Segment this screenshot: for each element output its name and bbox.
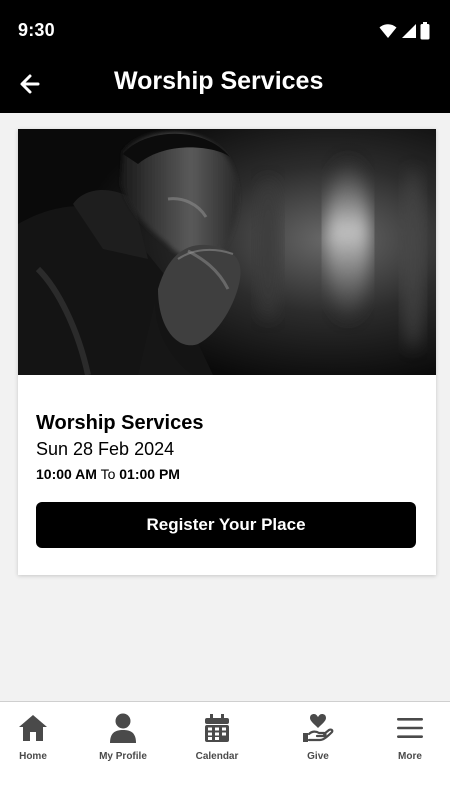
- home-icon: [19, 715, 47, 741]
- bottom-nav: Home My Profile Calendar Give More: [0, 701, 450, 800]
- menu-icon: [397, 718, 423, 738]
- page-title: Worship Services: [114, 67, 324, 95]
- event-start-time: 10:00 AM: [36, 466, 97, 482]
- event-end-time: 01:00 PM: [119, 466, 180, 482]
- nav-label-profile: My Profile: [99, 751, 147, 762]
- status-icons: [379, 22, 430, 40]
- event-details: Worship Services Sun 28 Feb 2024 10:00 A…: [36, 411, 416, 483]
- nav-label-home: Home: [19, 751, 47, 762]
- event-image: [18, 129, 436, 375]
- app-bar: Worship Services: [0, 56, 450, 113]
- nav-label-more: More: [398, 751, 422, 762]
- event-title: Worship Services: [36, 412, 204, 434]
- main-content: Worship Services Sun 28 Feb 2024 10:00 A…: [0, 113, 450, 701]
- signal-icon: [402, 24, 416, 38]
- man-praying-photo: [18, 129, 436, 375]
- nav-item-home[interactable]: Home: [0, 712, 73, 768]
- nav-item-give[interactable]: Give: [278, 712, 358, 768]
- nav-item-more[interactable]: More: [370, 712, 450, 768]
- event-time: 10:00 AM To 01:00 PM: [36, 465, 416, 483]
- nav-label-calendar: Calendar: [195, 751, 239, 762]
- back-button[interactable]: [12, 66, 48, 102]
- event-date: Sun 28 Feb 2024: [36, 439, 175, 459]
- battery-icon: [420, 22, 430, 40]
- nav-item-profile[interactable]: My Profile: [83, 712, 163, 768]
- arrow-left-icon: [20, 74, 40, 94]
- give-icon: [303, 714, 334, 742]
- status-time: 9:30: [18, 20, 55, 40]
- wifi-icon: [379, 24, 397, 38]
- register-button[interactable]: Register Your Place: [36, 502, 416, 548]
- nav-label-give: Give: [307, 751, 329, 762]
- nav-item-calendar[interactable]: Calendar: [177, 712, 257, 768]
- profile-icon: [110, 713, 136, 743]
- calendar-icon: [205, 714, 229, 742]
- time-separator: To: [96, 466, 120, 482]
- status-bar: 9:30: [0, 0, 450, 56]
- event-card: Worship Services Sun 28 Feb 2024 10:00 A…: [18, 129, 436, 575]
